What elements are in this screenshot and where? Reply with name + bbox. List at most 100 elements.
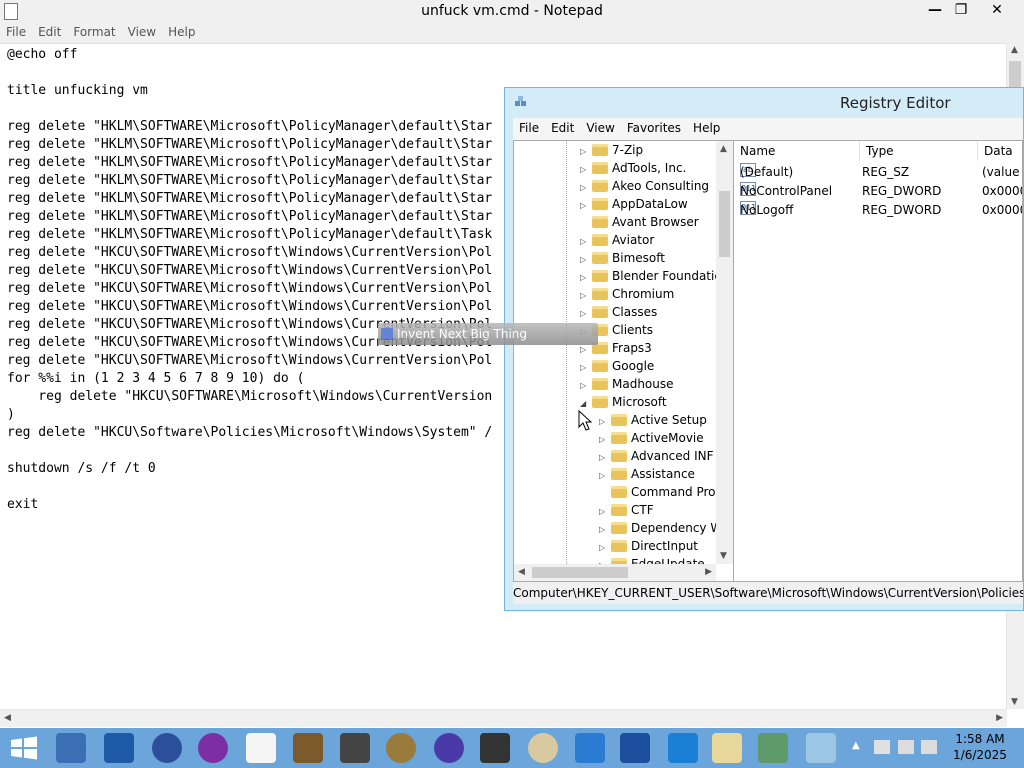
notepad-title-bar[interactable]: unfuck vm.cmd - Notepad — ❐ ✕ (0, 0, 1024, 23)
tree-node-label: DirectInput (631, 539, 699, 553)
tree-scroll-left-icon[interactable]: ◀ (518, 567, 525, 577)
virus-app-icon[interactable] (434, 733, 464, 763)
regedit-menu-favorites[interactable]: Favorites (621, 118, 687, 135)
regedit-menu-file[interactable]: File (513, 118, 545, 135)
tree-node[interactable]: ▷ AppDataLow (580, 195, 688, 213)
clock-date[interactable]: 1/6/2025 (950, 748, 1010, 762)
maximize-button[interactable]: ❐ (948, 0, 974, 20)
fraps-icon[interactable] (480, 733, 510, 763)
server-manager-icon[interactable] (56, 733, 86, 763)
tree-scroll-down-icon[interactable]: ▼ (720, 551, 727, 561)
tree-horizontal-scrollbar[interactable]: ◀ ▶ (514, 564, 716, 581)
tree-subnode[interactable]: ▷ ActiveMovie (599, 429, 704, 447)
bird-app-icon[interactable] (575, 733, 605, 763)
tree-scroll-right-icon[interactable]: ▶ (705, 567, 712, 577)
menu-format[interactable]: Format (67, 23, 121, 39)
start-button[interactable] (10, 736, 38, 760)
menu-help[interactable]: Help (162, 23, 201, 39)
mouse-cursor-icon (578, 410, 592, 431)
value-type: REG_SZ (862, 165, 910, 179)
registry-key-tree[interactable]: ▷ 7-Zip ▷ AdTools, Inc. ▷ Akeo Consulting ▷ App… (513, 140, 734, 582)
regedit-menu-edit[interactable]: Edit (545, 118, 580, 135)
tree-node-label: Classes (612, 305, 658, 319)
menu-edit[interactable]: Edit (32, 23, 67, 39)
registry-value-row[interactable]: ab(Default)REG_SZ(value n (734, 163, 1022, 182)
tree-subnode[interactable]: ▷ Assistance (599, 465, 695, 483)
tree-node[interactable]: ▷ Classes (580, 303, 657, 321)
tree-node-label: AppDataLow (612, 197, 688, 211)
value-data: 0x000000 (982, 184, 1022, 198)
minecraft-icon[interactable] (293, 733, 323, 763)
tree-node[interactable]: ◢ Microsoft (580, 393, 667, 411)
column-header-type[interactable]: Type (860, 141, 978, 161)
folder-icon (611, 522, 627, 534)
column-header-data[interactable]: Data (978, 141, 1022, 161)
registry-value-row[interactable]: 011NoLogoffREG_DWORD0x000000 (734, 201, 1022, 220)
folder-icon (611, 540, 627, 552)
tree-node[interactable]: ▷ Chromium (580, 285, 674, 303)
regedit-app-icon (514, 95, 528, 109)
menu-view[interactable]: View (122, 23, 162, 39)
value-name: (Default) (740, 165, 794, 179)
tree-node[interactable]: ▷ Madhouse (580, 375, 674, 393)
drag-ghost-label: Invent Next Big Thing (397, 327, 528, 341)
refresh-app-icon[interactable] (152, 733, 182, 763)
registry-value-row[interactable]: 011NoControlPanelREG_DWORD0x000000 (734, 182, 1022, 201)
tree-scroll-up-icon[interactable]: ▲ (720, 144, 727, 154)
scroll-up-icon[interactable]: ▲ (1011, 45, 1018, 55)
tree-scroll-thumb[interactable] (719, 191, 730, 257)
notepad-horizontal-scrollbar[interactable]: ◀ ▶ (0, 709, 1007, 727)
tree-vertical-scrollbar[interactable]: ▲ ▼ (716, 141, 733, 564)
yahoo-icon[interactable] (198, 733, 228, 763)
tree-node-label: CTF (631, 503, 654, 517)
tree-subnode[interactable]: ▷ DirectInput (599, 537, 698, 555)
column-header-name[interactable]: Name (734, 141, 860, 161)
folder-icon (592, 216, 608, 228)
scroll-down-icon[interactable]: ▼ (1011, 697, 1018, 707)
folder-icon (592, 144, 608, 156)
tree-node[interactable]: ▷ 7-Zip (580, 141, 643, 159)
action-center-flag-icon[interactable] (874, 740, 890, 754)
scroll-left-icon[interactable]: ◀ (4, 713, 11, 723)
gimp-icon[interactable] (386, 733, 416, 763)
notepad-taskbar-icon[interactable] (806, 733, 836, 763)
regedit-menu-help[interactable]: Help (687, 118, 726, 135)
tree-subnode[interactable]: ▷ Advanced INF (599, 447, 714, 465)
w-app-icon[interactable] (668, 733, 698, 763)
blank-document-icon[interactable] (246, 733, 276, 763)
regedit-title-bar[interactable]: Registry Editor (505, 88, 1023, 118)
paint-icon[interactable] (528, 733, 558, 763)
scroll-right-icon[interactable]: ▶ (996, 713, 1003, 723)
tray-chevron-up-icon[interactable]: ▲ (852, 740, 860, 751)
tree-node[interactable]: ▷ Blender Foundatic (580, 267, 721, 285)
value-name: NoLogoff (740, 203, 794, 217)
file-explorer-icon[interactable] (712, 733, 742, 763)
tree-subnode[interactable]: ▷ Dependency W (599, 519, 722, 537)
powershell-icon[interactable] (104, 733, 134, 763)
tree-node-label: Command Pro (631, 485, 716, 499)
tree-node[interactable]: Avant Browser (580, 213, 699, 231)
tree-subnode[interactable]: ▷ Active Setup (599, 411, 707, 429)
tree-node[interactable]: ▷ Google (580, 357, 654, 375)
clock-time[interactable]: 1:58 AM (950, 732, 1010, 746)
minimize-button[interactable]: — (922, 0, 948, 20)
folder-icon (611, 468, 627, 480)
notepad-title: unfuck vm.cmd - Notepad (421, 3, 603, 19)
tree-node[interactable]: ▷ Aviator (580, 231, 654, 249)
tree-node[interactable]: ▷ Akeo Consulting (580, 177, 709, 195)
registry-values-list[interactable]: Name Type Data ab(Default)REG_SZ(value n… (733, 140, 1023, 582)
registry-editor-taskbar-icon[interactable] (758, 733, 788, 763)
tree-subnode[interactable]: ▷ CTF (599, 501, 654, 519)
camera-app-icon[interactable] (340, 733, 370, 763)
network-icon[interactable] (898, 740, 914, 754)
aviator-browser-icon[interactable] (620, 733, 650, 763)
tree-node[interactable]: ▷ AdTools, Inc. (580, 159, 686, 177)
regedit-menu-view[interactable]: View (580, 118, 620, 135)
tree-subnode[interactable]: Command Pro (599, 483, 716, 501)
tree-hscroll-thumb[interactable] (532, 567, 628, 578)
menu-file[interactable]: File (0, 23, 32, 39)
close-button[interactable]: ✕ (974, 0, 1020, 20)
value-data: 0x000000 (982, 203, 1022, 217)
tree-node[interactable]: ▷ Bimesoft (580, 249, 665, 267)
speaker-icon[interactable] (921, 740, 937, 754)
